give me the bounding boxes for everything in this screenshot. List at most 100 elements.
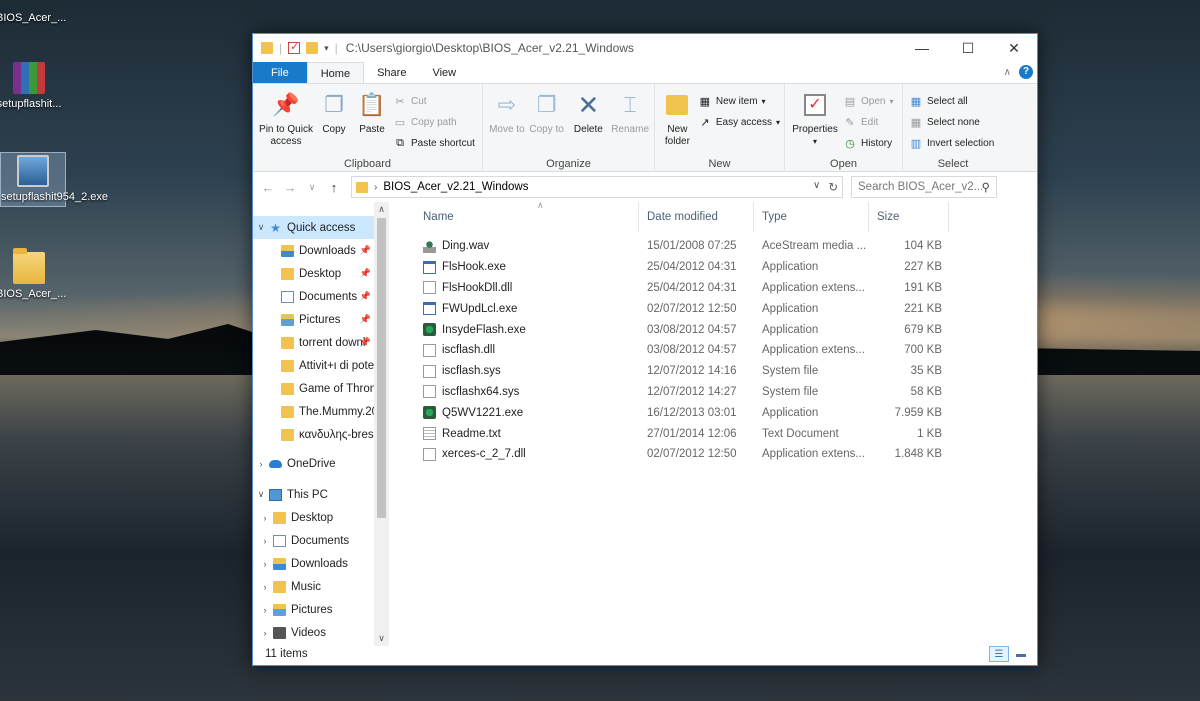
nav-quick-item[interactable]: The.Mummy.201 — [253, 400, 389, 423]
file-row[interactable]: iscflashx64.sys 12/07/2012 14:27 System fi… — [389, 382, 1037, 403]
history-button[interactable]: ◷ History — [843, 134, 893, 152]
file-row[interactable]: FWUpdLcl.exe 02/07/2012 12:50 Application 2… — [389, 298, 1037, 319]
desktop-icon-setupflashit-exe[interactable]: setupflashit954_2.exe — [0, 152, 108, 207]
file-type: Application — [762, 323, 819, 336]
expand-chevron-icon[interactable]: ∨ — [253, 489, 269, 500]
pin-icon[interactable]: 📌 — [360, 245, 371, 256]
recent-locations-chevron-icon[interactable]: ∨ — [303, 182, 321, 193]
properties-quick-icon[interactable] — [288, 40, 301, 54]
tab-view[interactable]: View — [419, 62, 469, 83]
back-arrow-icon[interactable]: ← — [259, 180, 277, 195]
search-icon: ⚲ — [981, 182, 990, 194]
nav-pc-item[interactable]: › Pictures — [253, 598, 389, 621]
nav-pc-item[interactable]: › Videos — [253, 621, 389, 644]
nav-quick-item[interactable]: Desktop 📌 — [253, 262, 389, 285]
invert-selection-button[interactable]: ▥ Invert selection — [909, 134, 994, 152]
select-none-button[interactable]: ▦ Select none — [909, 113, 994, 131]
collapse-chevron-icon[interactable]: › — [257, 605, 273, 615]
details-view-button[interactable]: ☰ — [989, 646, 1009, 662]
column-header-type[interactable]: Type — [754, 202, 869, 232]
scroll-up-arrow-icon[interactable]: ∧ — [374, 204, 389, 215]
tab-file[interactable]: File — [253, 62, 307, 83]
help-icon[interactable]: ? — [1019, 65, 1033, 79]
nav-quick-item[interactable]: torrent downl 📌 — [253, 331, 389, 354]
nav-quick-item[interactable]: Attivit+ι di poter — [253, 354, 389, 377]
easy-access-button[interactable]: ↗ Easy access ▾ — [698, 113, 780, 131]
nav-quick-access[interactable]: ∨ ★ Quick access — [253, 216, 389, 239]
ribbon-home: 📌 Pin to Quick access ❐ Copy 📋 Paste ✂ C… — [253, 84, 1037, 172]
large-icons-view-button[interactable]: ▬ — [1011, 646, 1031, 662]
desktop-icon-bios-folder[interactable]: BIOS_Acer_... — [0, 248, 66, 301]
edit-button[interactable]: ✎ Edit — [843, 113, 893, 131]
cut-button[interactable]: ✂ Cut — [393, 92, 475, 110]
nav-quick-item[interactable]: Documents 📌 — [253, 285, 389, 308]
collapse-chevron-icon[interactable]: › — [257, 559, 273, 569]
desktop-icon-setupflashit-rar[interactable]: setupflashit... — [0, 62, 62, 111]
rename-icon: ⌶ — [623, 92, 637, 117]
refresh-icon[interactable]: ↻ — [828, 180, 838, 194]
column-header-name[interactable]: Name — [389, 202, 639, 232]
file-row[interactable]: Readme.txt 27/01/2014 12:06 Text Document 1… — [389, 423, 1037, 444]
up-arrow-icon[interactable]: ↑ — [325, 180, 343, 195]
nav-item-label: Desktop — [291, 511, 334, 524]
nav-pc-item[interactable]: › Downloads — [253, 552, 389, 575]
close-button[interactable]: ✕ — [991, 34, 1037, 62]
file-row[interactable]: FlsHookDll.dll 25/04/2012 04:31 Applicatio… — [389, 278, 1037, 299]
select-all-button[interactable]: ▦ Select all — [909, 92, 994, 110]
collapse-chevron-icon[interactable]: › — [257, 628, 273, 638]
breadcrumb-current-folder[interactable]: BIOS_Acer_v2.21_Windows — [383, 181, 528, 193]
collapse-chevron-icon[interactable]: › — [257, 513, 273, 523]
file-row[interactable]: iscflash.dll 03/08/2012 04:57 Application … — [389, 340, 1037, 361]
address-bar[interactable]: › BIOS_Acer_v2.21_Windows ∨ ↻ — [351, 176, 843, 198]
new-folder-quick-icon[interactable] — [306, 42, 319, 54]
paste-shortcut-button[interactable]: ⧉ Paste shortcut — [393, 134, 475, 152]
pin-icon[interactable]: 📌 — [360, 291, 371, 302]
breadcrumb-separator-icon: › — [374, 181, 378, 193]
nav-this-pc[interactable]: ∨ This PC — [253, 483, 389, 506]
group-label-open: Open — [830, 158, 857, 170]
nav-quick-item[interactable]: Game of Thrones — [253, 377, 389, 400]
address-dropdown-icon[interactable]: ∨ — [813, 180, 820, 194]
system-file-icon — [423, 385, 436, 399]
tab-home[interactable]: Home — [306, 62, 365, 83]
column-headers: ∧ Name Date modified Type Size — [389, 200, 1037, 232]
copy-path-button[interactable]: ▭ Copy path — [393, 113, 475, 131]
collapse-chevron-icon[interactable]: › — [253, 459, 269, 469]
nav-quick-item[interactable]: Downloads 📌 — [253, 239, 389, 262]
file-row[interactable]: FlsHook.exe 25/04/2012 04:31 Application 22… — [389, 257, 1037, 278]
file-row[interactable]: Q5WV1221.exe 16/12/2013 03:01 Application 7… — [389, 402, 1037, 423]
forward-arrow-icon[interactable]: → — [281, 180, 299, 195]
collapse-ribbon-icon[interactable]: ∧ — [1004, 67, 1011, 78]
tab-share[interactable]: Share — [364, 62, 419, 83]
file-row[interactable]: Ding.wav 15/01/2008 07:25 AceStream media … — [389, 236, 1037, 257]
nav-quick-item[interactable]: κανδυλης-bresci — [253, 423, 389, 446]
customize-toolbar-dropdown-icon[interactable]: ▾ — [324, 43, 329, 54]
pin-icon[interactable]: 📌 — [360, 268, 371, 279]
minimize-button[interactable]: — — [899, 34, 945, 62]
column-header-size[interactable]: Size — [869, 202, 949, 232]
pin-icon[interactable]: 📌 — [360, 314, 371, 325]
file-size: 1 KB — [917, 427, 942, 440]
scrollbar-thumb[interactable] — [377, 218, 386, 518]
search-input[interactable]: Search BIOS_Acer_v2... ⚲ — [851, 176, 997, 198]
nav-pc-item[interactable]: › Music — [253, 575, 389, 598]
file-type: System file — [762, 385, 819, 398]
nav-quick-item[interactable]: Pictures 📌 — [253, 308, 389, 331]
file-row[interactable]: InsydeFlash.exe 03/08/2012 04:57 Applicati… — [389, 319, 1037, 340]
nav-onedrive[interactable]: › OneDrive — [253, 452, 389, 475]
file-row[interactable]: xerces-c_2_7.dll 02/07/2012 12:50 Applicat… — [389, 444, 1037, 465]
column-header-date[interactable]: Date modified — [639, 202, 754, 232]
desktop-icon-bios-folder-top[interactable]: BIOS_Acer_... — [0, 12, 66, 25]
navpane-scrollbar[interactable]: ∧ ∨ — [374, 202, 389, 646]
easy-access-icon: ↗ — [700, 116, 710, 129]
collapse-chevron-icon[interactable]: › — [257, 582, 273, 592]
collapse-chevron-icon[interactable]: › — [257, 536, 273, 546]
nav-pc-item[interactable]: › Documents — [253, 529, 389, 552]
pin-icon[interactable]: 📌 — [360, 337, 371, 348]
nav-pc-item[interactable]: › Desktop — [253, 506, 389, 529]
new-item-button[interactable]: ▦ New item ▾ — [698, 92, 780, 110]
maximize-button[interactable]: ☐ — [945, 34, 991, 62]
file-row[interactable]: iscflash.sys 12/07/2012 14:16 System file 3… — [389, 361, 1037, 382]
expand-chevron-icon[interactable]: ∨ — [253, 222, 269, 233]
open-button[interactable]: ▤ Open ▾ — [843, 92, 894, 110]
